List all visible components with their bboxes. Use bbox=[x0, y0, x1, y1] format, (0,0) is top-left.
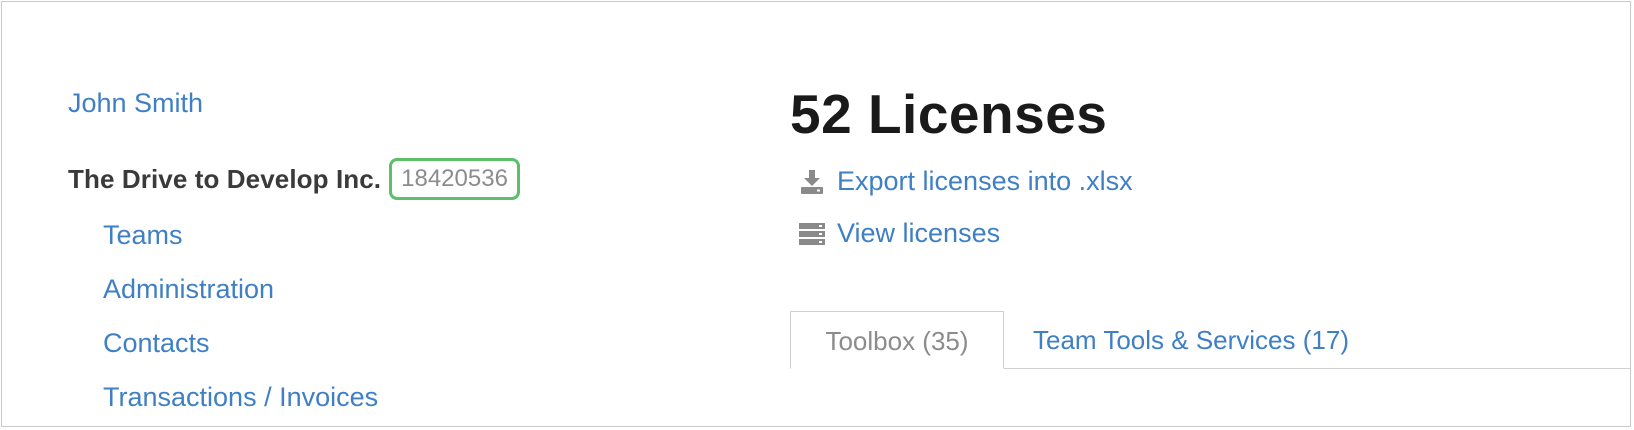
sub-nav-item-teams[interactable]: Teams bbox=[103, 220, 183, 250]
page-frame: John Smith The Drive to Develop Inc. 184… bbox=[1, 1, 1631, 427]
tab-toolbox[interactable]: Toolbox (35) bbox=[790, 311, 1004, 369]
organization-name: The Drive to Develop Inc. bbox=[68, 163, 382, 194]
export-licenses-label: Export licenses into .xlsx bbox=[837, 166, 1133, 196]
export-licenses-link[interactable]: Export licenses into .xlsx bbox=[799, 166, 1133, 197]
licenses-title: 52 Licenses bbox=[790, 83, 1108, 145]
sub-nav-item-administration[interactable]: Administration bbox=[103, 274, 274, 304]
organization-sub-nav: Teams Administration Contacts Transactio… bbox=[103, 216, 378, 426]
tab-team-tools-services[interactable]: Team Tools & Services (17) bbox=[1033, 311, 1349, 369]
organization-id-badge: 18420536 bbox=[389, 158, 520, 200]
sub-nav-item-contacts[interactable]: Contacts bbox=[103, 328, 210, 358]
view-licenses-label: View licenses bbox=[837, 218, 1001, 248]
view-licenses-link[interactable]: View licenses bbox=[799, 218, 1000, 249]
sub-nav-item-transactions-invoices[interactable]: Transactions / Invoices bbox=[103, 382, 378, 412]
organization-row: The Drive to Develop Inc. 18420536 bbox=[68, 158, 520, 200]
user-name-link[interactable]: John Smith bbox=[68, 88, 203, 119]
download-icon bbox=[799, 169, 825, 195]
list-icon bbox=[799, 221, 825, 247]
